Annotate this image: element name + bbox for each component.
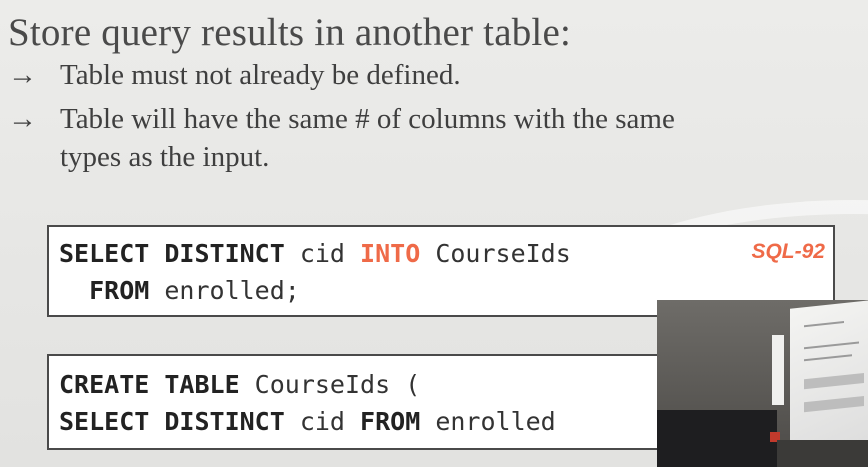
code-text: cid — [284, 239, 361, 268]
bullet-2-text-line-1: Table will have the same # of columns wi… — [60, 103, 675, 135]
webcam-floor — [777, 440, 868, 467]
webcam-overlay — [657, 300, 868, 467]
keyword: FROM — [360, 407, 421, 436]
webcam-light — [772, 335, 784, 405]
keyword-into: INTO — [360, 239, 421, 268]
code-text: enrolled; — [149, 276, 300, 305]
sql-92-badge: SQL-92 — [751, 240, 825, 263]
bullet-1: → Table must not already be defined. — [8, 59, 461, 92]
keyword: SELECT DISTINCT — [59, 407, 285, 436]
bullet-1-text: Table must not already be defined. — [60, 59, 461, 91]
webcam-panel — [657, 410, 777, 467]
slide: Store query results in another table: → T… — [0, 0, 868, 467]
code-text: enrolled — [420, 407, 556, 436]
code-text: cid — [284, 407, 361, 436]
arrow-icon: → — [8, 103, 37, 135]
keyword: CREATE TABLE — [59, 370, 240, 399]
bullet-2: → Table will have the same # of columns w… — [8, 100, 675, 176]
arrow-icon: → — [8, 59, 37, 91]
webcam-projector-screen — [790, 300, 868, 459]
slide-heading: Store query results in another table: — [8, 11, 571, 54]
keyword: SELECT DISTINCT — [59, 239, 285, 268]
code-text: CourseIds — [420, 239, 571, 268]
bullet-2-text-line-2: types as the input. — [60, 141, 270, 173]
code-text: CourseIds ( — [239, 370, 421, 399]
code-line: SELECT DISTINCT cid INTO CourseIds — [59, 235, 823, 272]
keyword: FROM — [89, 276, 150, 305]
